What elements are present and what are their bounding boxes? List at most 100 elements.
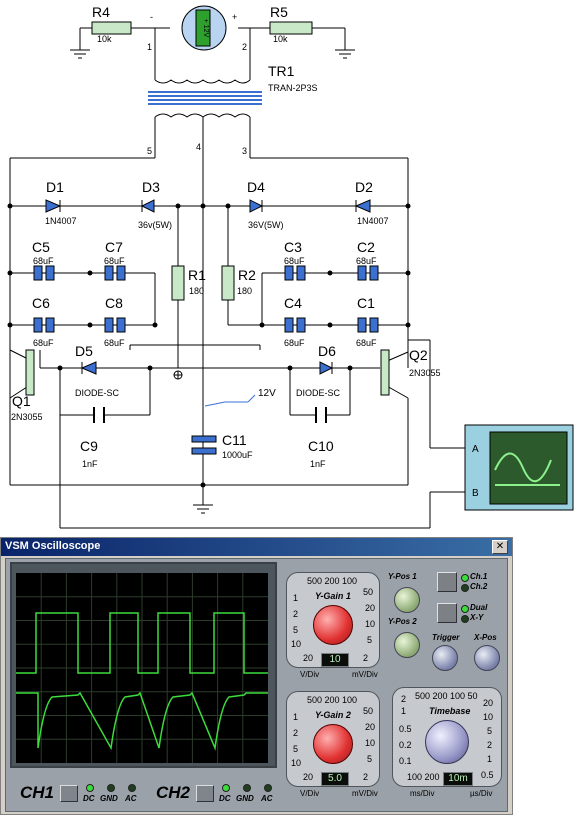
battery-label: + 12V [202, 19, 209, 38]
timebase-scale-r4: 1 [487, 754, 493, 764]
pin-minus: - [150, 12, 153, 22]
ygain1-scale-l0: 1 [293, 593, 299, 603]
circuit-schematic: + 12V R4 10k R5 10k - 1 2 + TR1 TRAN-2P3… [7, 4, 574, 529]
mode-select-button[interactable] [437, 603, 457, 623]
c11-value: 1000uF [222, 450, 253, 460]
timebase-scale-r0: 20 [483, 698, 494, 708]
scope-channel-a: A [472, 444, 479, 455]
timebase-unit-left: ms/Div [410, 789, 435, 798]
q1-ref: Q1 [12, 393, 31, 409]
xpos-label: X-Pos [474, 633, 497, 642]
ygain1-scale-r4: 2 [363, 653, 369, 663]
ch1-gnd-led [107, 784, 115, 792]
timebase-knob[interactable] [425, 720, 469, 764]
r4-value: 10k [97, 34, 112, 44]
ygain1-scale-l2: 5 [293, 625, 299, 635]
c7-value: 68uF [104, 256, 125, 266]
ypos1-knob[interactable] [394, 587, 420, 613]
window-title: VSM Oscilloscope [5, 540, 101, 552]
r4-ref: R4 [92, 4, 110, 20]
timebase-unit-right: µs/Div [470, 789, 493, 798]
r5-value: 10k [273, 34, 288, 44]
ch2-dc-led [222, 784, 230, 792]
c10-value: 1nF [310, 459, 326, 469]
close-button[interactable]: ✕ [492, 540, 508, 554]
d2-value: 1N4007 [357, 216, 389, 226]
c2-value: 68uF [356, 256, 377, 266]
d5-value: DIODE-SC [75, 388, 120, 398]
c5-ref: C5 [32, 239, 50, 255]
ch2-gnd-led [243, 784, 251, 792]
ypos1-label: Y-Pos 1 [388, 572, 417, 581]
ygain1-scale-r0: 50 [363, 587, 374, 597]
oscilloscope-body: CH1 DC GND AC CH2 DC GND AC 500 200 100 … [5, 558, 508, 812]
timebase-scale-l1: 1 [401, 706, 407, 716]
c4-value: 68uF [284, 338, 305, 348]
c4-ref: C4 [284, 295, 302, 311]
trigger-knob[interactable] [432, 645, 458, 671]
ygain2-top-scale: 500 200 100 [307, 695, 358, 705]
oscilloscope-window: VSM Oscilloscope ✕ CH1 DC GND AC CH2 DC … [0, 537, 513, 815]
ygain2-scale-r2: 10 [365, 738, 376, 748]
ygain2-scale-l4: 20 [303, 772, 314, 782]
d4-ref: D4 [247, 179, 265, 195]
ygain1-knob[interactable] [313, 605, 353, 645]
c5-value: 68uF [33, 256, 54, 266]
c9-value: 1nF [82, 459, 98, 469]
ygain2-title: Y-Gain 2 [315, 710, 351, 720]
ch2-label: CH2 [156, 783, 191, 802]
ch2-gnd-label: GND [236, 794, 254, 803]
c7-ref: C7 [105, 239, 123, 255]
ch1-label: CH1 [20, 783, 55, 802]
r5-ref: R5 [270, 4, 288, 20]
ch1-ac-label: AC [125, 794, 137, 803]
ygain2-scale-l3: 10 [291, 758, 302, 768]
ch1-dc-led [86, 784, 94, 792]
title-bar[interactable]: VSM Oscilloscope ✕ [1, 538, 512, 556]
pin-4: 4 [196, 142, 201, 152]
d3-ref: D3 [142, 179, 160, 195]
c9-ref: C9 [80, 438, 98, 454]
xy-led [461, 615, 469, 623]
d3-value: 36v(5W) [138, 220, 172, 230]
scope-block[interactable] [464, 424, 574, 511]
xpos-knob[interactable] [474, 645, 500, 671]
ch2-coupling-button[interactable] [196, 785, 214, 802]
ypos2-knob[interactable] [394, 632, 420, 658]
ygain1-top-scale: 500 200 100 [307, 576, 358, 586]
pin-1: 1 [147, 42, 152, 52]
timebase-display: 10m [443, 772, 473, 786]
ch2-ac-label: AC [261, 794, 273, 803]
ygain2-scale-r1: 20 [365, 722, 376, 732]
scope-display [16, 573, 268, 763]
ygain1-scale-r3: 5 [367, 635, 373, 645]
ch1-dc-label: DC [83, 794, 95, 803]
c11-ref: C11 [222, 432, 247, 448]
ygain1-unit-right: mV/Div [352, 670, 378, 679]
timebase-title: Timebase [429, 706, 471, 716]
ygain1-unit-left: V/Div [300, 670, 320, 679]
channel-select-button[interactable] [437, 572, 457, 592]
pin-5: 5 [147, 146, 152, 156]
r2-value: 180 [237, 286, 252, 296]
ch1-coupling-button[interactable] [60, 785, 78, 802]
d6-value: DIODE-SC [296, 388, 341, 398]
trigger-label: Trigger [432, 633, 460, 642]
ypos2-label: Y-Pos 2 [388, 617, 417, 626]
ygain2-knob[interactable] [313, 724, 353, 764]
ygain2-scale-r3: 5 [367, 754, 373, 764]
c10-ref: C10 [308, 438, 334, 454]
c3-value: 68uF [284, 256, 305, 266]
d5-ref: D5 [75, 343, 93, 359]
pin-plus: + [232, 12, 237, 22]
ch2-ac-led [264, 784, 272, 792]
timebase-top-scale: 500 200 100 50 [415, 691, 478, 701]
q2-ref: Q2 [409, 347, 428, 363]
timebase-scale-l4: 0.1 [399, 756, 412, 766]
ygain1-scale-l3: 10 [291, 639, 302, 649]
timebase-bottom-scale: 100 200 [407, 772, 440, 782]
d1-value: 1N4007 [45, 216, 77, 226]
r1-ref: R1 [188, 267, 206, 283]
timebase-panel: 500 200 100 50 Timebase 2 1 0.5 0.2 0.1 … [392, 687, 502, 787]
ygain1-display: 10 [321, 653, 349, 667]
